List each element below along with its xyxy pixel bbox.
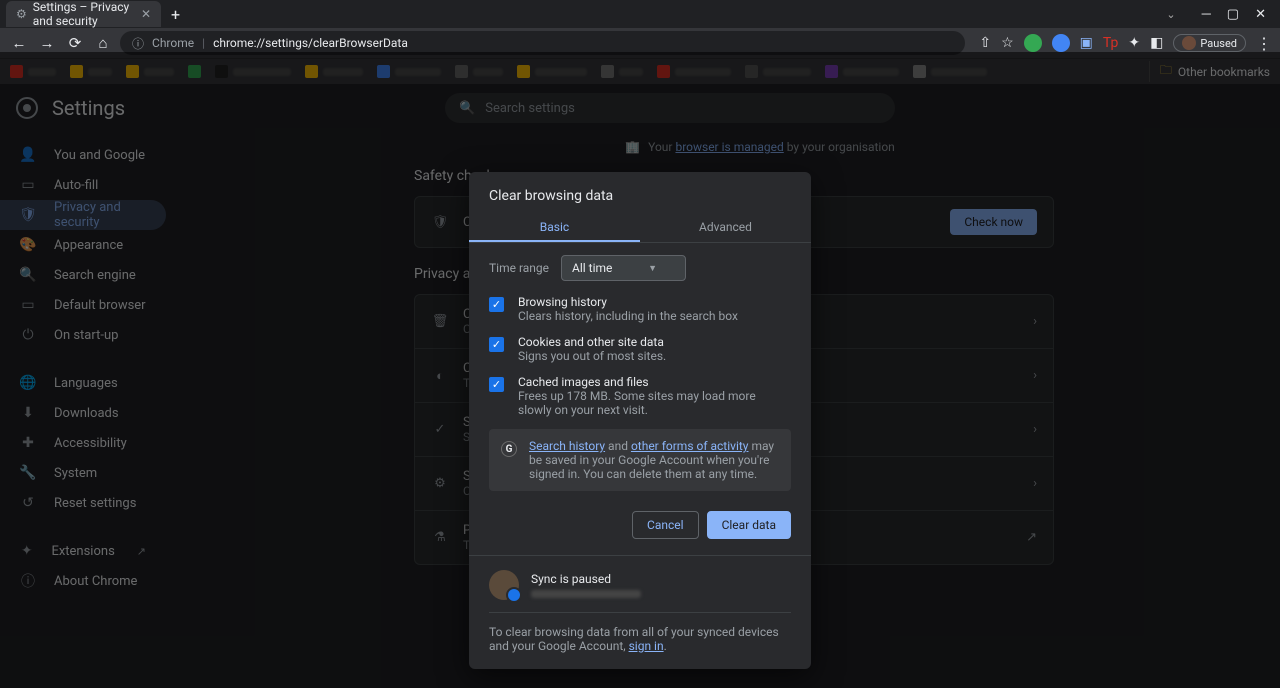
close-icon[interactable]: ✕ xyxy=(141,7,151,21)
sync-note: To clear browsing data from all of your … xyxy=(489,612,791,653)
google-activity-info: G Search history and other forms of acti… xyxy=(489,429,791,491)
time-range-value: All time xyxy=(572,261,612,275)
extension-icon[interactable] xyxy=(1052,34,1070,52)
gear-icon: ⚙ xyxy=(16,7,27,21)
time-range-select[interactable]: All time ▼ xyxy=(561,255,686,281)
google-icon: G xyxy=(501,441,517,457)
extension-icon[interactable] xyxy=(1024,34,1042,52)
paused-label: Paused xyxy=(1200,37,1237,50)
check-subtitle: Clears history, including in the search … xyxy=(518,309,738,323)
profile-avatar xyxy=(489,570,519,600)
url-scheme: Chrome xyxy=(152,36,194,50)
extension-icon[interactable]: Tp xyxy=(1103,35,1118,51)
checkbox-cached[interactable]: ✓ xyxy=(489,377,504,392)
other-activity-link[interactable]: other forms of activity xyxy=(631,439,749,453)
tab-advanced[interactable]: Advanced xyxy=(640,212,811,242)
maximize-icon[interactable]: ▢ xyxy=(1227,7,1239,22)
sync-email-blurred xyxy=(531,590,641,598)
chevron-down-icon[interactable]: ⌄ xyxy=(1166,8,1175,21)
forward-button[interactable]: → xyxy=(36,34,58,52)
check-title: Cookies and other site data xyxy=(518,335,666,349)
dialog-title: Clear browsing data xyxy=(469,172,811,212)
back-button[interactable]: ← xyxy=(8,34,30,52)
tab-strip: ⚙ Settings – Privacy and security ✕ + ⌄ … xyxy=(0,0,1280,28)
kebab-menu-icon[interactable]: ⋮ xyxy=(1256,34,1272,53)
bookmark-star-icon[interactable]: ☆ xyxy=(1001,35,1014,51)
home-button[interactable]: ⌂ xyxy=(92,34,114,52)
side-panel-icon[interactable]: ◧ xyxy=(1150,35,1163,51)
checkbox-cookies[interactable]: ✓ xyxy=(489,337,504,352)
new-tab-button[interactable]: + xyxy=(161,5,190,24)
profile-paused-button[interactable]: Paused xyxy=(1173,34,1246,52)
window-controls: ⌄ ─ ▢ ✕ xyxy=(1166,6,1280,22)
reload-button[interactable]: ⟳ xyxy=(64,34,86,52)
check-title: Cached images and files xyxy=(518,375,791,389)
checkbox-browsing-history[interactable]: ✓ xyxy=(489,297,504,312)
tab-title: Settings – Privacy and security xyxy=(33,0,135,28)
minimize-icon[interactable]: ─ xyxy=(1202,6,1211,22)
clear-browsing-data-dialog: Clear browsing data Basic Advanced Time … xyxy=(469,172,811,669)
browser-tab[interactable]: ⚙ Settings – Privacy and security ✕ xyxy=(6,1,161,27)
sync-status: Sync is paused xyxy=(531,572,641,586)
check-subtitle: Signs you out of most sites. xyxy=(518,349,666,363)
chevron-down-icon: ▼ xyxy=(648,263,657,274)
sign-in-link[interactable]: sign in xyxy=(629,639,664,653)
clear-data-button[interactable]: Clear data xyxy=(707,511,791,539)
url-text: chrome://settings/clearBrowserData xyxy=(213,36,408,50)
search-history-link[interactable]: Search history xyxy=(529,439,605,453)
avatar-icon xyxy=(1182,36,1196,50)
extensions-icon[interactable]: ✦ xyxy=(1128,35,1140,51)
check-title: Browsing history xyxy=(518,295,738,309)
close-window-icon[interactable]: ✕ xyxy=(1255,7,1266,22)
cancel-button[interactable]: Cancel xyxy=(632,511,699,539)
globe-icon: ⓘ xyxy=(132,35,144,52)
check-subtitle: Frees up 178 MB. Some sites may load mor… xyxy=(518,389,791,417)
time-range-label: Time range xyxy=(489,261,549,275)
extension-icon[interactable]: ▣ xyxy=(1080,35,1093,51)
share-icon[interactable]: ⇧ xyxy=(979,35,991,51)
tab-basic[interactable]: Basic xyxy=(469,212,640,242)
